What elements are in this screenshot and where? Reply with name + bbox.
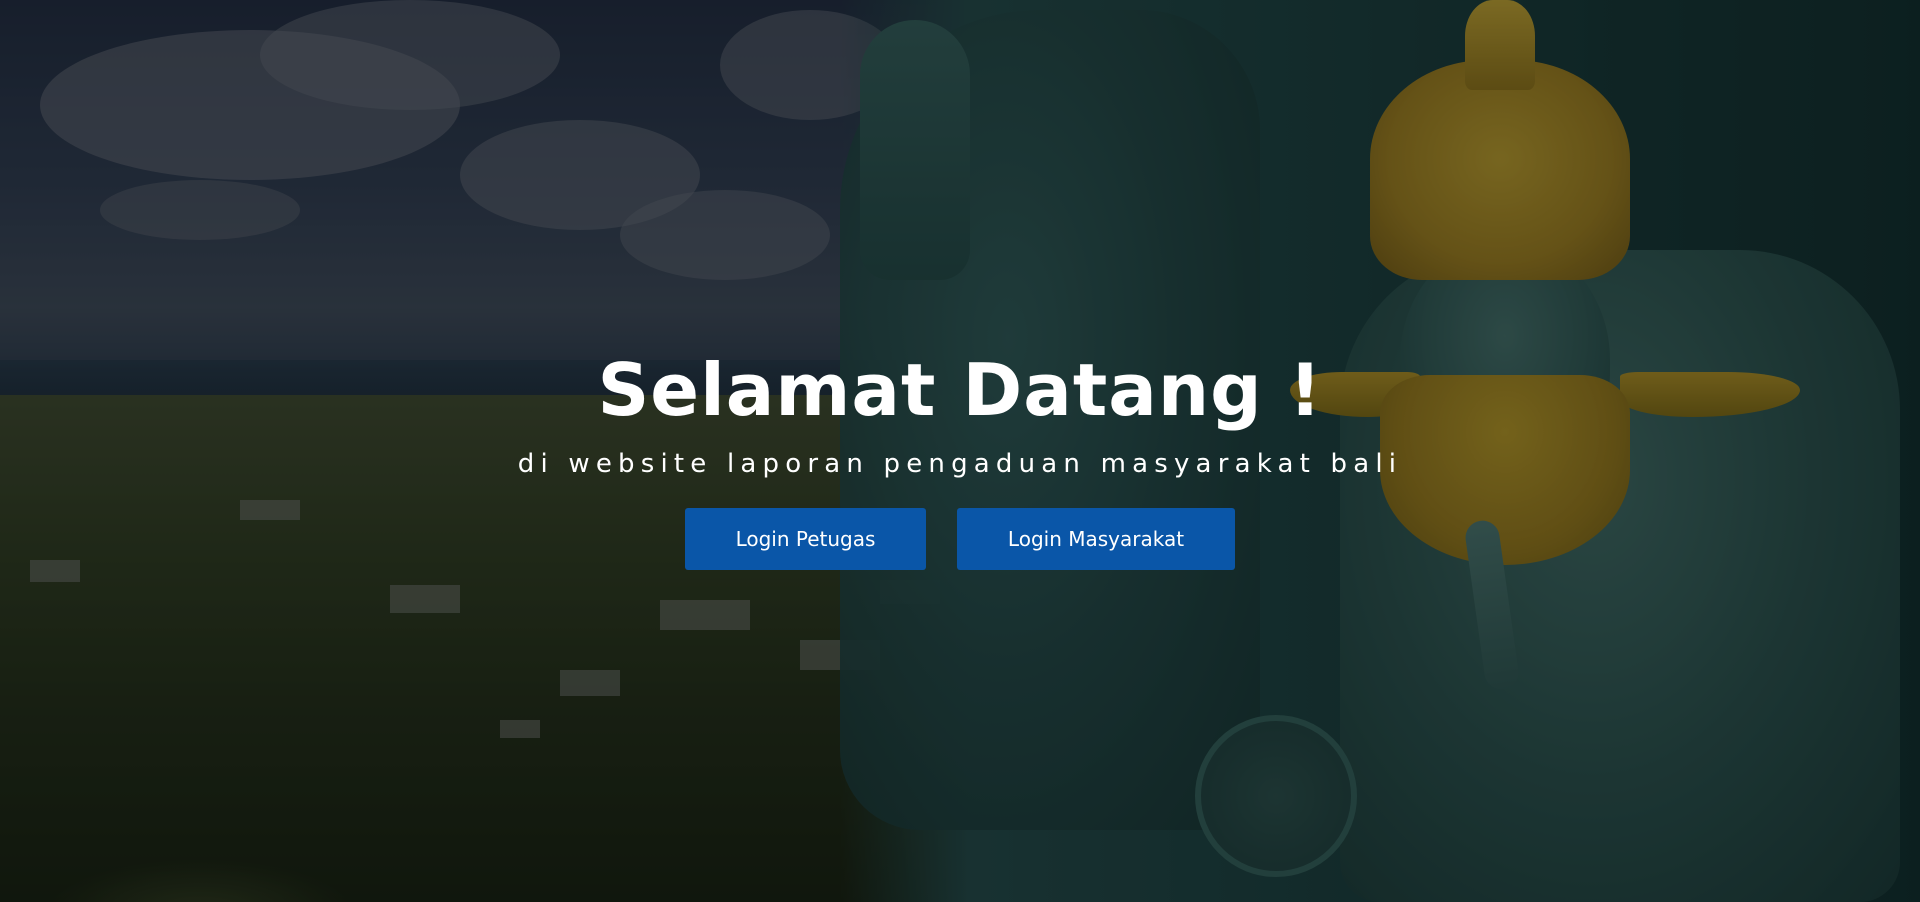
page-title: Selamat Datang ! — [597, 348, 1323, 432]
login-petugas-button[interactable]: Login Petugas — [685, 508, 926, 570]
login-masyarakat-button[interactable]: Login Masyarakat — [957, 508, 1235, 570]
page-subtitle: di website laporan pengaduan masyarakat … — [517, 449, 1403, 479]
hero-section: Selamat Datang ! di website laporan peng… — [0, 0, 1920, 902]
hero-content: Selamat Datang ! di website laporan peng… — [0, 0, 1920, 902]
